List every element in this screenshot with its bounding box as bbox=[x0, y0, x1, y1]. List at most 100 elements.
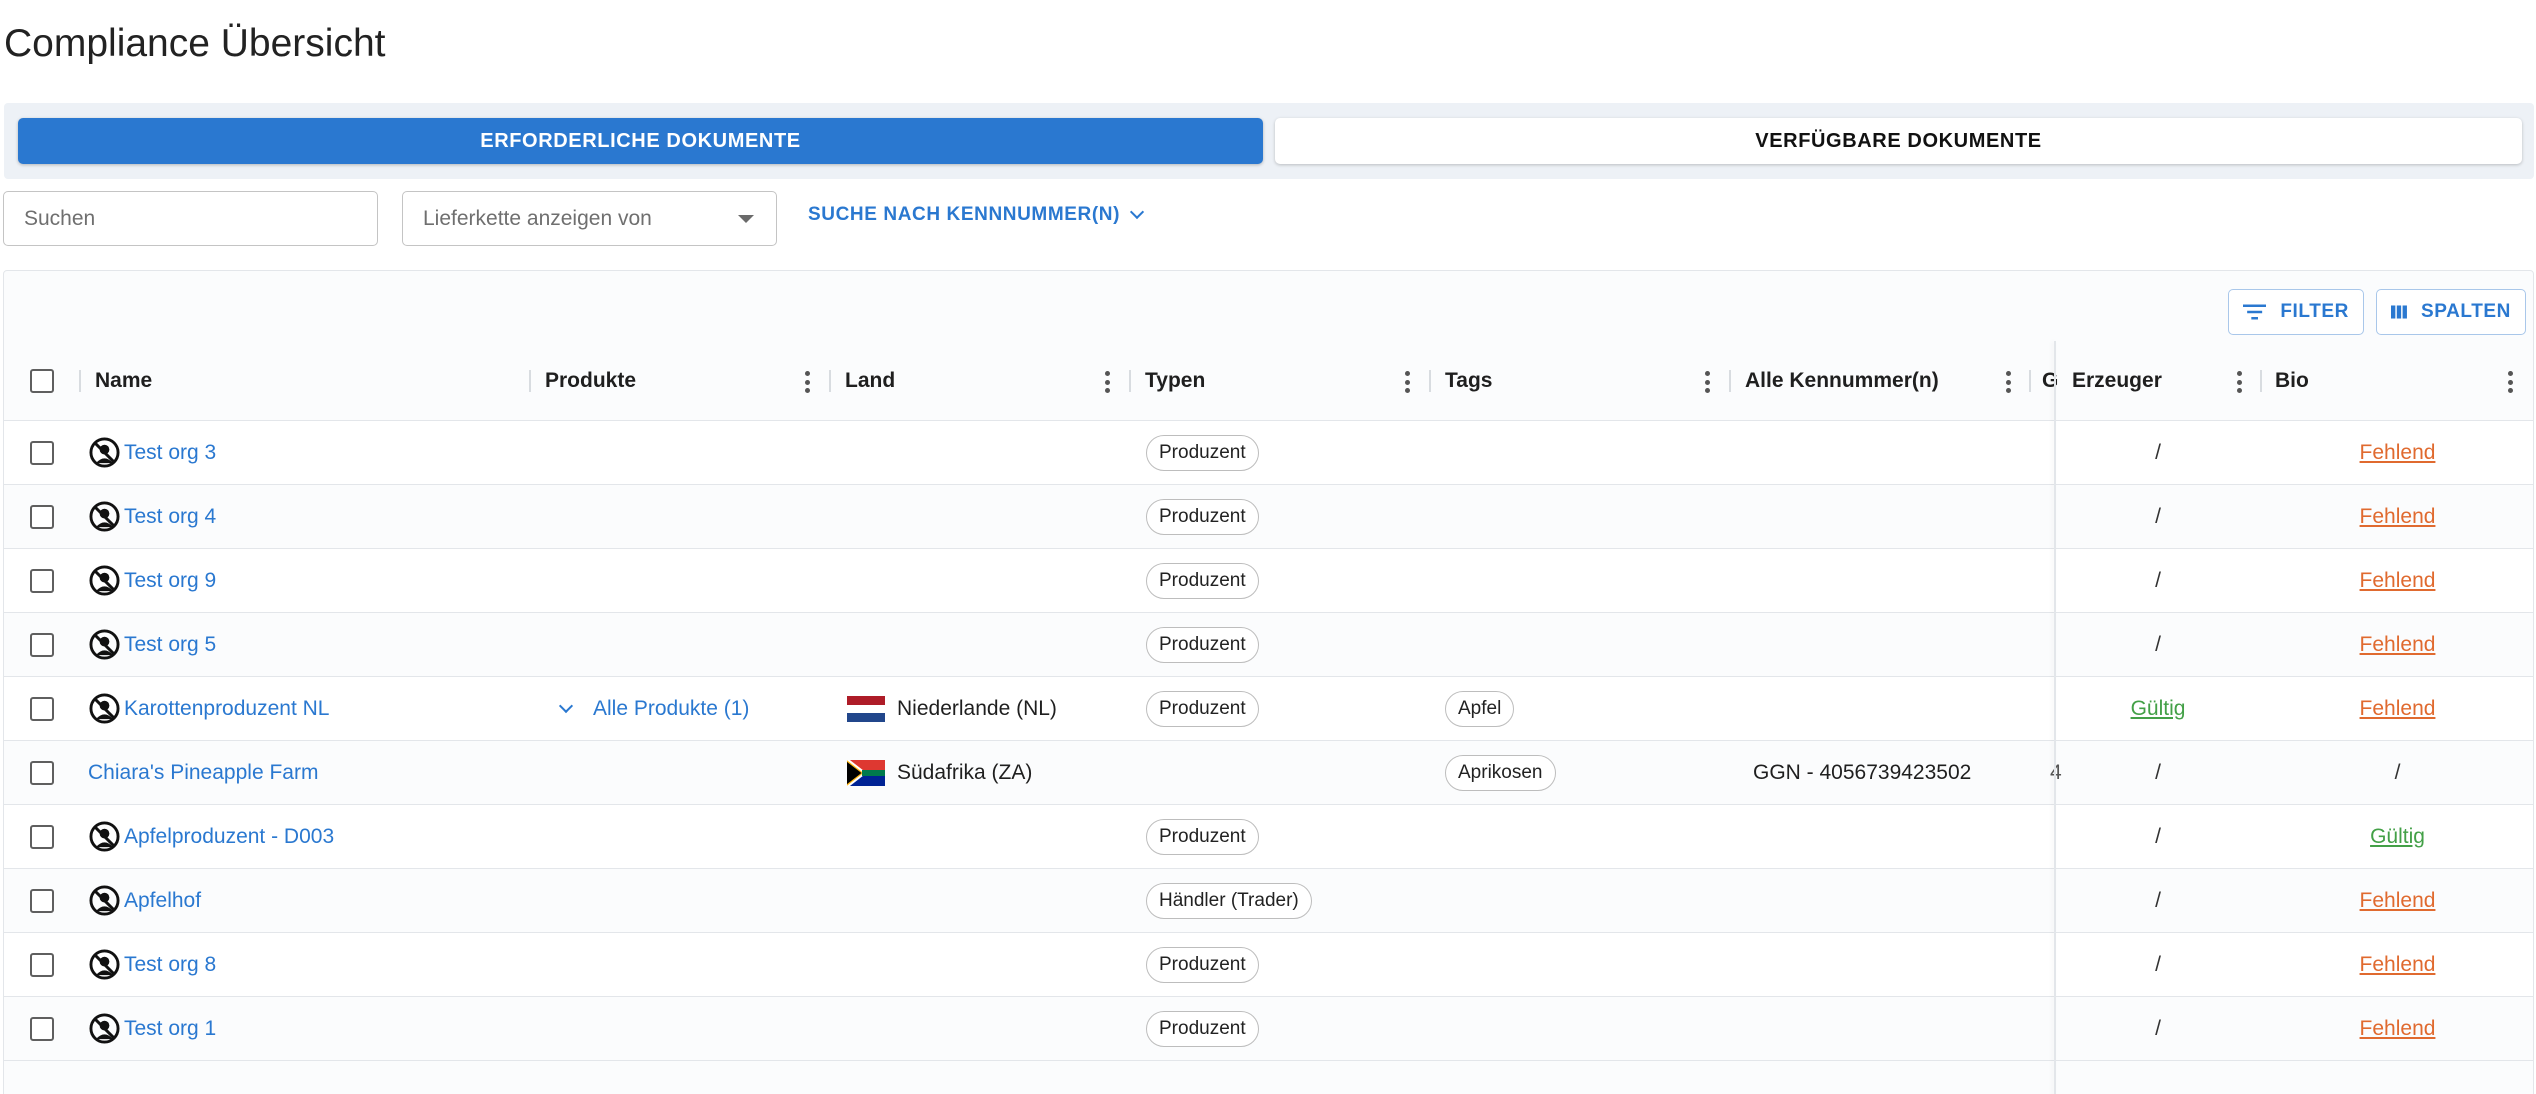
producer-cell: / bbox=[2056, 869, 2260, 932]
bio-cell: Fehlend bbox=[2260, 485, 2533, 548]
org-name-link[interactable]: Karottenproduzent NL bbox=[124, 697, 329, 721]
bio-status[interactable]: Fehlend bbox=[2360, 1017, 2436, 1041]
org-name-link[interactable]: Test org 3 bbox=[124, 441, 216, 465]
bio-status[interactable]: Fehlend bbox=[2360, 505, 2436, 529]
column-header-country[interactable]: Land bbox=[845, 341, 895, 420]
row-select-cell bbox=[30, 613, 54, 676]
filter-icon bbox=[2243, 304, 2267, 320]
search-input[interactable] bbox=[3, 191, 378, 246]
column-header-products[interactable]: Produkte bbox=[545, 341, 636, 420]
pinned-columns-divider bbox=[2054, 341, 2056, 1094]
row-checkbox[interactable] bbox=[30, 632, 54, 657]
column-separator[interactable] bbox=[2260, 370, 2262, 392]
column-menu-icon[interactable] bbox=[2005, 371, 2011, 393]
row-select-cell bbox=[30, 997, 54, 1060]
column-menu-icon[interactable] bbox=[804, 371, 810, 393]
producer-cell: / bbox=[2056, 805, 2260, 868]
org-name-link[interactable]: Test org 1 bbox=[124, 1017, 216, 1041]
column-separator[interactable] bbox=[829, 370, 831, 392]
table-row: Test org 5 Produzent / Fehlend bbox=[4, 613, 2533, 677]
column-separator[interactable] bbox=[1429, 370, 1431, 392]
org-name-link[interactable]: Test org 8 bbox=[124, 953, 216, 977]
bio-status[interactable]: Fehlend bbox=[2360, 569, 2436, 593]
no-sign-icon bbox=[89, 437, 120, 468]
row-checkbox[interactable] bbox=[30, 760, 54, 785]
row-select-cell bbox=[30, 677, 54, 740]
type-cell: Produzent bbox=[1146, 677, 1259, 740]
table-row: Chiara's Pineapple Farm Südafrika (ZA) Apr… bbox=[4, 741, 2533, 805]
bio-status[interactable]: Fehlend bbox=[2360, 889, 2436, 913]
row-select-cell bbox=[30, 805, 54, 868]
bio-status[interactable]: Fehlend bbox=[2360, 633, 2436, 657]
table-header: Name Produkte Land Typen Tags Alle Kennu… bbox=[4, 341, 2533, 421]
column-header-types[interactable]: Typen bbox=[1145, 341, 1205, 420]
column-header-bio[interactable]: Bio bbox=[2275, 341, 2309, 420]
column-menu-icon[interactable] bbox=[1704, 371, 1710, 393]
products-cell[interactable]: Alle Produkte (1) bbox=[557, 677, 749, 740]
bio-cell: Gültig bbox=[2260, 805, 2533, 868]
bio-status[interactable]: Fehlend bbox=[2360, 697, 2436, 721]
bio-cell: Fehlend bbox=[2260, 549, 2533, 612]
org-name-link[interactable]: Test org 4 bbox=[124, 505, 216, 529]
producer-status[interactable]: Gültig bbox=[2131, 697, 2186, 721]
column-header-producer[interactable]: Erzeuger bbox=[2072, 341, 2162, 420]
org-name-link[interactable]: Apfelproduzent - D003 bbox=[124, 825, 334, 849]
name-cell: Test org 4 bbox=[89, 485, 216, 548]
tab-required-documents[interactable]: ERFORDERLICHE DOKUMENTE bbox=[18, 118, 1263, 164]
column-separator[interactable] bbox=[79, 370, 81, 392]
id-search-button[interactable]: SUCHE NACH KENNNUMMER(N) bbox=[808, 204, 1145, 226]
filter-button[interactable]: FILTER bbox=[2228, 289, 2364, 335]
name-cell: Apfelproduzent - D003 bbox=[89, 805, 334, 868]
producer-cell: / bbox=[2056, 997, 2260, 1060]
column-separator[interactable] bbox=[1729, 370, 1731, 392]
org-name-link[interactable]: Test org 9 bbox=[124, 569, 216, 593]
tab-available-documents[interactable]: VERFÜGBARE DOKUMENTE bbox=[1275, 118, 2522, 164]
column-menu-icon[interactable] bbox=[2507, 371, 2513, 393]
type-cell: Händler (Trader) bbox=[1146, 869, 1312, 932]
column-header-name[interactable]: Name bbox=[95, 341, 152, 420]
name-cell: Test org 3 bbox=[89, 421, 216, 484]
bio-status[interactable]: Gültig bbox=[2370, 825, 2425, 849]
producer-status: / bbox=[2155, 1016, 2161, 1040]
no-sign-icon bbox=[89, 1013, 120, 1044]
row-checkbox[interactable] bbox=[30, 440, 54, 465]
name-cell: Test org 9 bbox=[89, 549, 216, 612]
producer-status: / bbox=[2155, 760, 2161, 784]
bio-cell: Fehlend bbox=[2260, 677, 2533, 740]
no-sign-icon bbox=[89, 821, 120, 852]
producer-cell: / bbox=[2056, 741, 2260, 804]
supply-chain-select[interactable]: Lieferkette anzeigen von bbox=[402, 191, 777, 246]
org-name-link[interactable]: Apfelhof bbox=[124, 889, 201, 913]
row-checkbox[interactable] bbox=[30, 504, 54, 529]
bio-status: / bbox=[2394, 760, 2401, 784]
row-checkbox[interactable] bbox=[30, 1016, 54, 1041]
column-separator[interactable] bbox=[2029, 370, 2031, 392]
column-menu-icon[interactable] bbox=[2236, 371, 2242, 393]
column-menu-icon[interactable] bbox=[1404, 371, 1410, 393]
producer-cell: Gültig bbox=[2056, 677, 2260, 740]
column-header-tags[interactable]: Tags bbox=[1445, 341, 1492, 420]
caret-down-icon bbox=[738, 215, 754, 223]
column-separator[interactable] bbox=[1129, 370, 1131, 392]
id-search-label: SUCHE NACH KENNNUMMER(N) bbox=[808, 204, 1121, 225]
column-header-ids[interactable]: Alle Kennummer(n) bbox=[1745, 341, 1939, 420]
bio-status[interactable]: Fehlend bbox=[2360, 441, 2436, 465]
name-cell: Test org 8 bbox=[89, 933, 216, 996]
select-all-checkbox[interactable] bbox=[30, 368, 54, 393]
row-checkbox[interactable] bbox=[30, 952, 54, 977]
row-checkbox[interactable] bbox=[30, 568, 54, 593]
producer-cell: / bbox=[2056, 485, 2260, 548]
type-chip: Produzent bbox=[1146, 562, 1259, 599]
row-checkbox[interactable] bbox=[30, 824, 54, 849]
columns-button[interactable]: SPALTEN bbox=[2376, 289, 2526, 335]
document-tabs: ERFORDERLICHE DOKUMENTE VERFÜGBARE DOKUM… bbox=[4, 103, 2534, 179]
producer-status: / bbox=[2155, 440, 2161, 464]
bio-status[interactable]: Fehlend bbox=[2360, 953, 2436, 977]
org-name-link[interactable]: Chiara's Pineapple Farm bbox=[88, 761, 318, 785]
row-checkbox[interactable] bbox=[30, 696, 54, 721]
column-menu-icon[interactable] bbox=[1104, 371, 1110, 393]
row-checkbox[interactable] bbox=[30, 888, 54, 913]
row-select-cell bbox=[30, 741, 54, 804]
column-separator[interactable] bbox=[529, 370, 531, 392]
org-name-link[interactable]: Test org 5 bbox=[124, 633, 216, 657]
